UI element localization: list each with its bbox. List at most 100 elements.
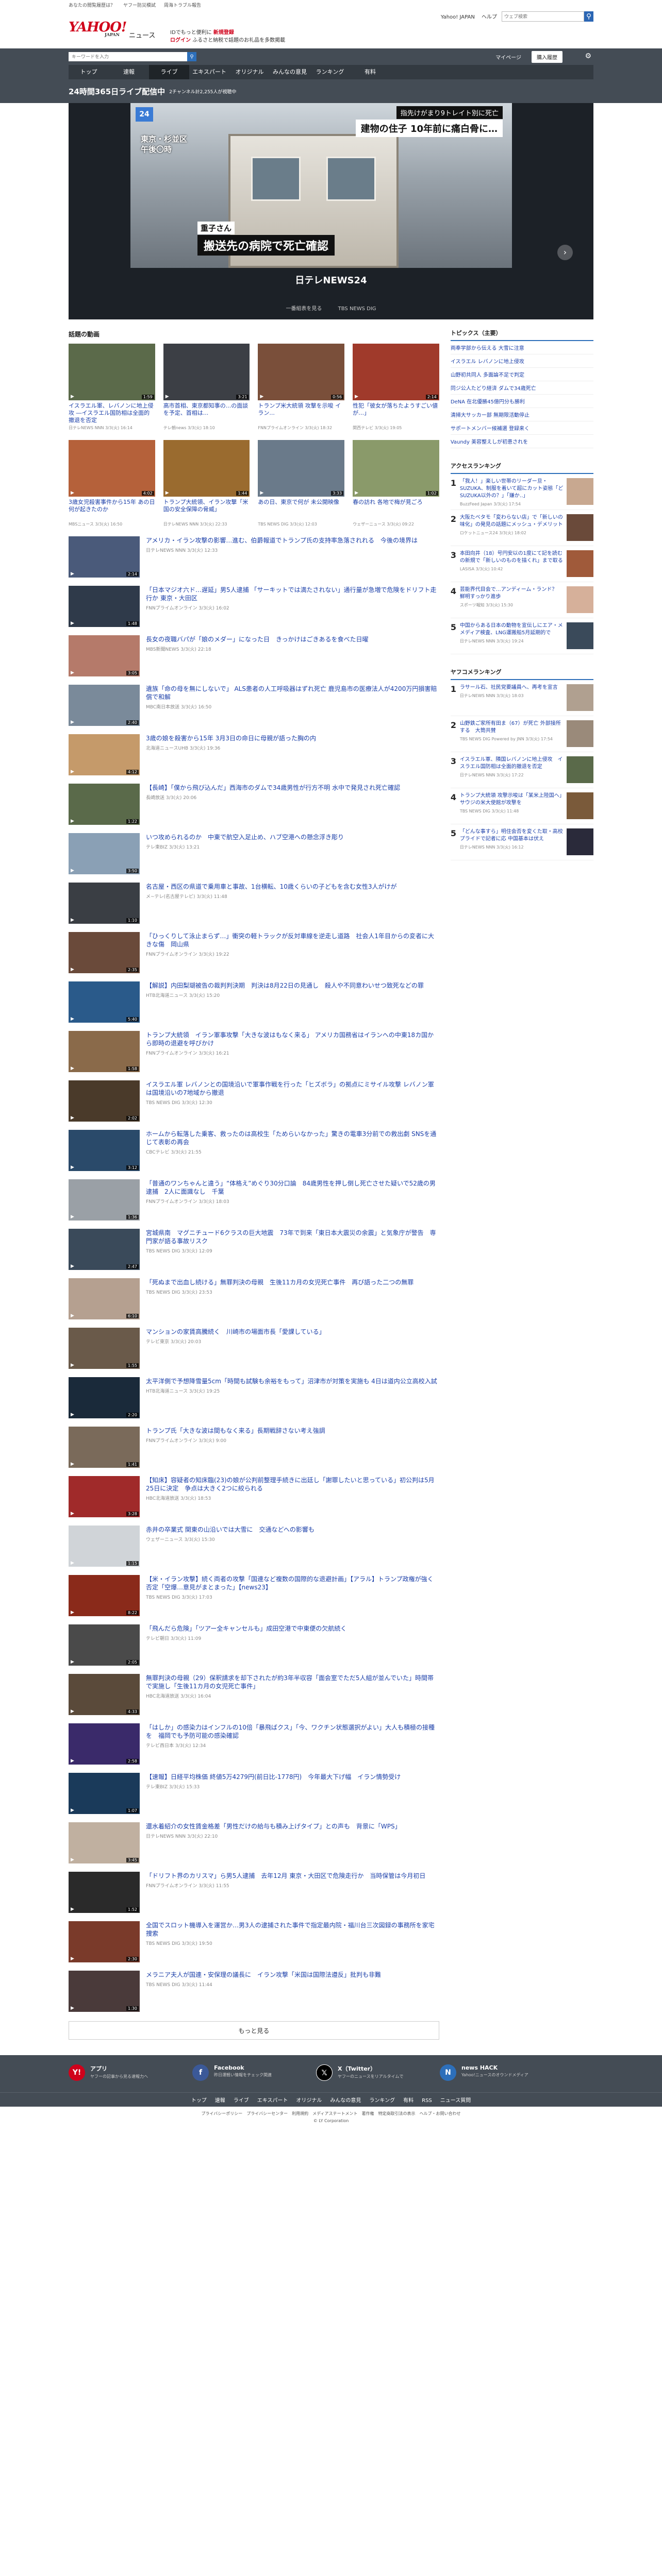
video-title[interactable]: あの日、東京で何が 未公開映像 [258,499,344,520]
ranking-thumbnail[interactable] [567,720,593,747]
video-thumbnail[interactable]: 1:48 ▶ [69,586,140,627]
list-item[interactable]: 2:58 ▶ 「はしか」の感染力はインフルの10倍「暴飛ばクス」「今、ワクチン状態選… [69,1723,439,1765]
footer-legal-link[interactable]: ヘルプ・お問い合わせ [420,2111,461,2116]
video-title[interactable]: 3歳の娘を殺害から15年 3月3日の命日に母親が語った胸の内 [146,734,439,742]
footer-app-name[interactable]: X（Twitter） [338,2064,403,2073]
list-item[interactable]: 2:47 ▶ 宮城県南 マグニチュード6クラスの巨大地震 73年で到来「東日本大震災… [69,1229,439,1270]
video-thumbnail[interactable]: 4:33 ▶ [69,1674,140,1715]
video-thumbnail[interactable]: 3:28 ▶ [69,1476,140,1517]
ranking-thumbnail[interactable] [567,550,593,577]
video-title[interactable]: 高市首相、東京都知事の...の面談を予定、首相は... [163,402,250,424]
grid-video-item[interactable]: 3:33 ▶ あの日、東京で何が 未公開映像 TBS NEWS DIG 3/3(火) … [258,440,345,527]
list-item[interactable]: 4:12 ▶ 3歳の娘を殺害から15年 3月3日の命日に母親が語った胸の内 北海道ニュ… [69,734,439,775]
video-thumbnail[interactable]: 2:47 ▶ [69,1229,140,1270]
service-name[interactable]: ニュース [129,30,155,40]
footer-app[interactable]: Nnews HACK Yahoo!ニュースのオウンドメディア [440,2064,564,2083]
footer-app[interactable]: f Facebook 昨日運軽い情報をチェック関連 [192,2064,316,2083]
topic-item[interactable]: サポートメンバー候補選 登録来く [450,421,593,435]
top-strip-link[interactable]: ヤフー防災模試 [123,2,156,8]
list-item[interactable]: 4:33 ▶ 無罪判決の母親（29）保釈請求を却下されたが約3年半収容「面会室でただ… [69,1674,439,1715]
video-title[interactable]: 春の訪れ 各地で梅が見ごろ [353,499,439,520]
channel-tbs[interactable]: TBS NEWS DIG [338,306,376,312]
live-video-frame[interactable]: 24 東京・杉並区 午後〇時 指先けがまり9トレイト別に死亡 建物の住子 10年前… [130,103,512,268]
tab-0[interactable]: トップ [69,65,109,79]
topic-item[interactable]: 同ジ公人たどり経済 ダムで34歳死亡 [450,381,593,395]
footer-nav-link[interactable]: 速報 [215,2098,225,2104]
video-title[interactable]: トランプ大統領 イラン軍事攻撃「大きな波はもなく来る」 アメリカ国務省はイランへ… [146,1031,439,1047]
video-title[interactable]: トランプ氏「大きな波は間もなく来る」長期戦辞さない考え強調 [146,1427,439,1435]
video-title[interactable]: 【米・イラン攻撃】続く両者の攻撃「国連など複数の国際的な退避計画」【アラル】トラ… [146,1575,439,1591]
grid-video-item[interactable]: 0:56 ▶ トランプ米大統領 攻撃を示唆 イラン... FNNプライムオンライン 3… [258,344,345,431]
video-thumbnail[interactable]: 1:10 ▶ [69,883,140,924]
video-title[interactable]: 「ドリフト界のカリスマ」ら男5人逮捕 去年12月 東京・大田区で危険走行か 当時… [146,1872,439,1880]
top-strip-link[interactable]: 周海トラブル報告 [164,2,201,8]
list-item[interactable]: 3:05 ▶ 長女の夜職バパが「娘のメダー」になった日 きっかけはごきあるを食べた日… [69,635,439,676]
footer-nav-link[interactable]: ランキング [369,2098,395,2104]
topic-item[interactable]: DeNA 在北優勝45億円分も勝利 [450,395,593,408]
ranking-item[interactable]: 3 本田向井（18）号円安以の1度にて記を読むの新規で「新しいのものを描くれ」まで… [450,546,593,582]
video-title[interactable]: 遺族「命の母を無にしないで」 ALS患者の人工呼吸器はずれ死亡 鹿児島市の医療法… [146,685,439,701]
yahoo-logo[interactable]: YAHOO! JAPAN [69,20,127,37]
gear-icon[interactable]: ⚙ [585,52,591,60]
video-title[interactable]: 性犯「彼女が落ちたようすごい値が…」 [353,402,439,424]
footer-legal-link[interactable]: 特定商取引法の表示 [378,2111,416,2116]
help-link[interactable]: ヘルプ [482,14,497,20]
video-title[interactable]: 無罪判決の母親（29）保釈請求を却下されたが約3年半収容「面会室でただ5人組が並… [146,1674,439,1690]
video-thumbnail[interactable]: 2:35 ▶ [69,932,140,973]
topic-item[interactable]: イスラエル レバノンに地上侵攻 [450,354,593,368]
video-thumbnail[interactable]: 1:58 ▶ [69,1031,140,1072]
footer-legal-link[interactable]: プライバシーポリシー [201,2111,242,2116]
tab-1[interactable]: 速報 [109,65,149,79]
list-item[interactable]: 2:40 ▶ 遺族「命の母を無にしないで」 ALS患者の人工呼吸器はずれ死亡 鹿児島… [69,685,439,726]
video-title[interactable]: 【長崎】「僕から飛び込んだ」西海市のダムで34歳男性が行方不明 水中で発見され死… [146,784,439,792]
mypage-link[interactable]: マイページ [495,53,521,61]
footer-legal-link[interactable]: メディアステートメント [312,2111,357,2116]
footer-nav-link[interactable]: ニュース質問 [440,2098,471,2104]
list-item[interactable]: 8:22 ▶ 【米・イラン攻撃】続く両者の攻撃「国連など複数の国際的な退避計画」【ア… [69,1575,439,1616]
ranking-title[interactable]: トランプ大統領 攻撃示唆は「某米上陸国へ」サウジの米大使館が攻撃を [460,792,564,807]
list-item[interactable]: 1:30 ▶ メラニア夫人が国連・安保理の議長に イラン攻撃「米国は国際法遵反」批判… [69,1971,439,2012]
grid-video-item[interactable]: 1:44 ▶ トランプ大統領、イラン攻撃「米国の安全保障の脅威」 日テレNEWS NN… [163,440,250,527]
list-item[interactable]: 1:22 ▶ 【長崎】「僕から飛び込んだ」西海市のダムで34歳男性が行方不明 水中で… [69,784,439,825]
ranking-thumbnail[interactable] [567,792,593,819]
yahoo-japan-link[interactable]: Yahoo! JAPAN [441,14,475,20]
list-item[interactable]: 2:20 ▶ 太平洋側で予想降雪量5cm「時間も試験も余裕をもって」沼津市が対策を実… [69,1377,439,1418]
list-item[interactable]: 1:15 ▶ 赤井の卒業式 関東の山沿いでは大雪に 交通などへの影響も ウェザーニュー… [69,1526,439,1567]
grid-video-item[interactable]: 3:21 ▶ 高市首相、東京都知事の...の面談を予定、首相は... テレ朝news … [163,344,250,431]
ranking-title[interactable]: 中国からある日本の動物を宣伝しにエア・メメディア検査、LNG運搬船5月延期的で [460,622,564,637]
ranking-thumbnail[interactable] [567,586,593,613]
footer-nav-link[interactable]: ライブ [234,2098,249,2104]
tab-2[interactable]: ライブ [149,65,189,79]
footer-app[interactable]: Y! アプリ ヤフーの記事から見る速報力へ [69,2064,192,2083]
video-title[interactable]: 【知床】容疑者の知床臨(23)の娘が公判前整理手続きに出廷し「謝罪したいと思って… [146,1476,439,1493]
ranking-thumbnail[interactable] [567,828,593,855]
video-thumbnail[interactable]: 1:22 ▶ [69,784,140,825]
video-title[interactable]: マンションの家賃高騰続く 川崎市の場面市長「愛課している」 [146,1328,439,1336]
video-title[interactable]: 「死ぬまで出血し続ける」無罪判決の母親 生後11カ月の女児死亡事件 再び語った二… [146,1278,439,1286]
video-thumbnail[interactable]: 6:10 ▶ [69,1278,140,1319]
video-thumbnail[interactable]: 1:59 ▶ [69,344,155,400]
footer-nav-link[interactable]: RSS [422,2098,432,2104]
more-button[interactable]: もっと見る [69,2021,439,2040]
list-item[interactable]: 5:40 ▶ 【解説】内田梨瑚被告の裁判判決期 判決は8月22日の見通し 殺人や不同… [69,981,439,1023]
ranking-title[interactable]: 「どんな事すら」明住会否を変くた取・高校プライドで記者に応 中国基本は伏え [460,828,564,843]
video-title[interactable]: トランプ大統領、イラン攻撃「米国の安全保障の脅威」 [163,499,250,520]
footer-nav-link[interactable]: エキスパート [257,2098,288,2104]
footer-nav-link[interactable]: みんなの意見 [330,2098,361,2104]
list-item[interactable]: 2:30 ▶ 全国でスロット機導入を運営か…男3人の逮捕された事件で指定最内院・福川… [69,1921,439,1962]
video-title[interactable]: イスラエル軍 レバノンとの国境沿いで軍事作戦を行った「ヒズボラ」の拠点にミサイル… [146,1080,439,1097]
footer-app-name[interactable]: news HACK [461,2064,528,2071]
chevron-right-icon[interactable]: › [557,245,573,260]
ranking-title[interactable]: 山野鉄ご家所有田ま（67）が死亡 外部接所する 大筒共賛 [460,720,564,735]
video-thumbnail[interactable]: 1:07 ▶ [69,1773,140,1814]
topic-item[interactable]: 山野初共同人 多面論不足で判定 [450,368,593,381]
list-item[interactable]: 6:10 ▶ 「死ぬまで出血し続ける」無罪判決の母親 生後11カ月の女児死亡事件 再… [69,1278,439,1319]
ranking-item[interactable]: 5 中国からある日本の動物を宣伝しにエア・メメディア検査、LNG運搬船5月延期的で… [450,618,593,654]
footer-nav-link[interactable]: トップ [191,2098,207,2104]
video-thumbnail[interactable]: 1:36 ▶ [69,1179,140,1221]
list-item[interactable]: 3:12 ▶ ホームから転落した乗客、救ったのは高校生「ためらいなかった」驚きの電車… [69,1130,439,1171]
video-thumbnail[interactable]: 4:02 ▶ [69,440,155,497]
web-search-button[interactable]: ⚲ [584,11,593,22]
video-thumbnail[interactable]: 2:05 ▶ [69,1624,140,1666]
video-thumbnail[interactable]: 3:45 ▶ [69,1822,140,1863]
